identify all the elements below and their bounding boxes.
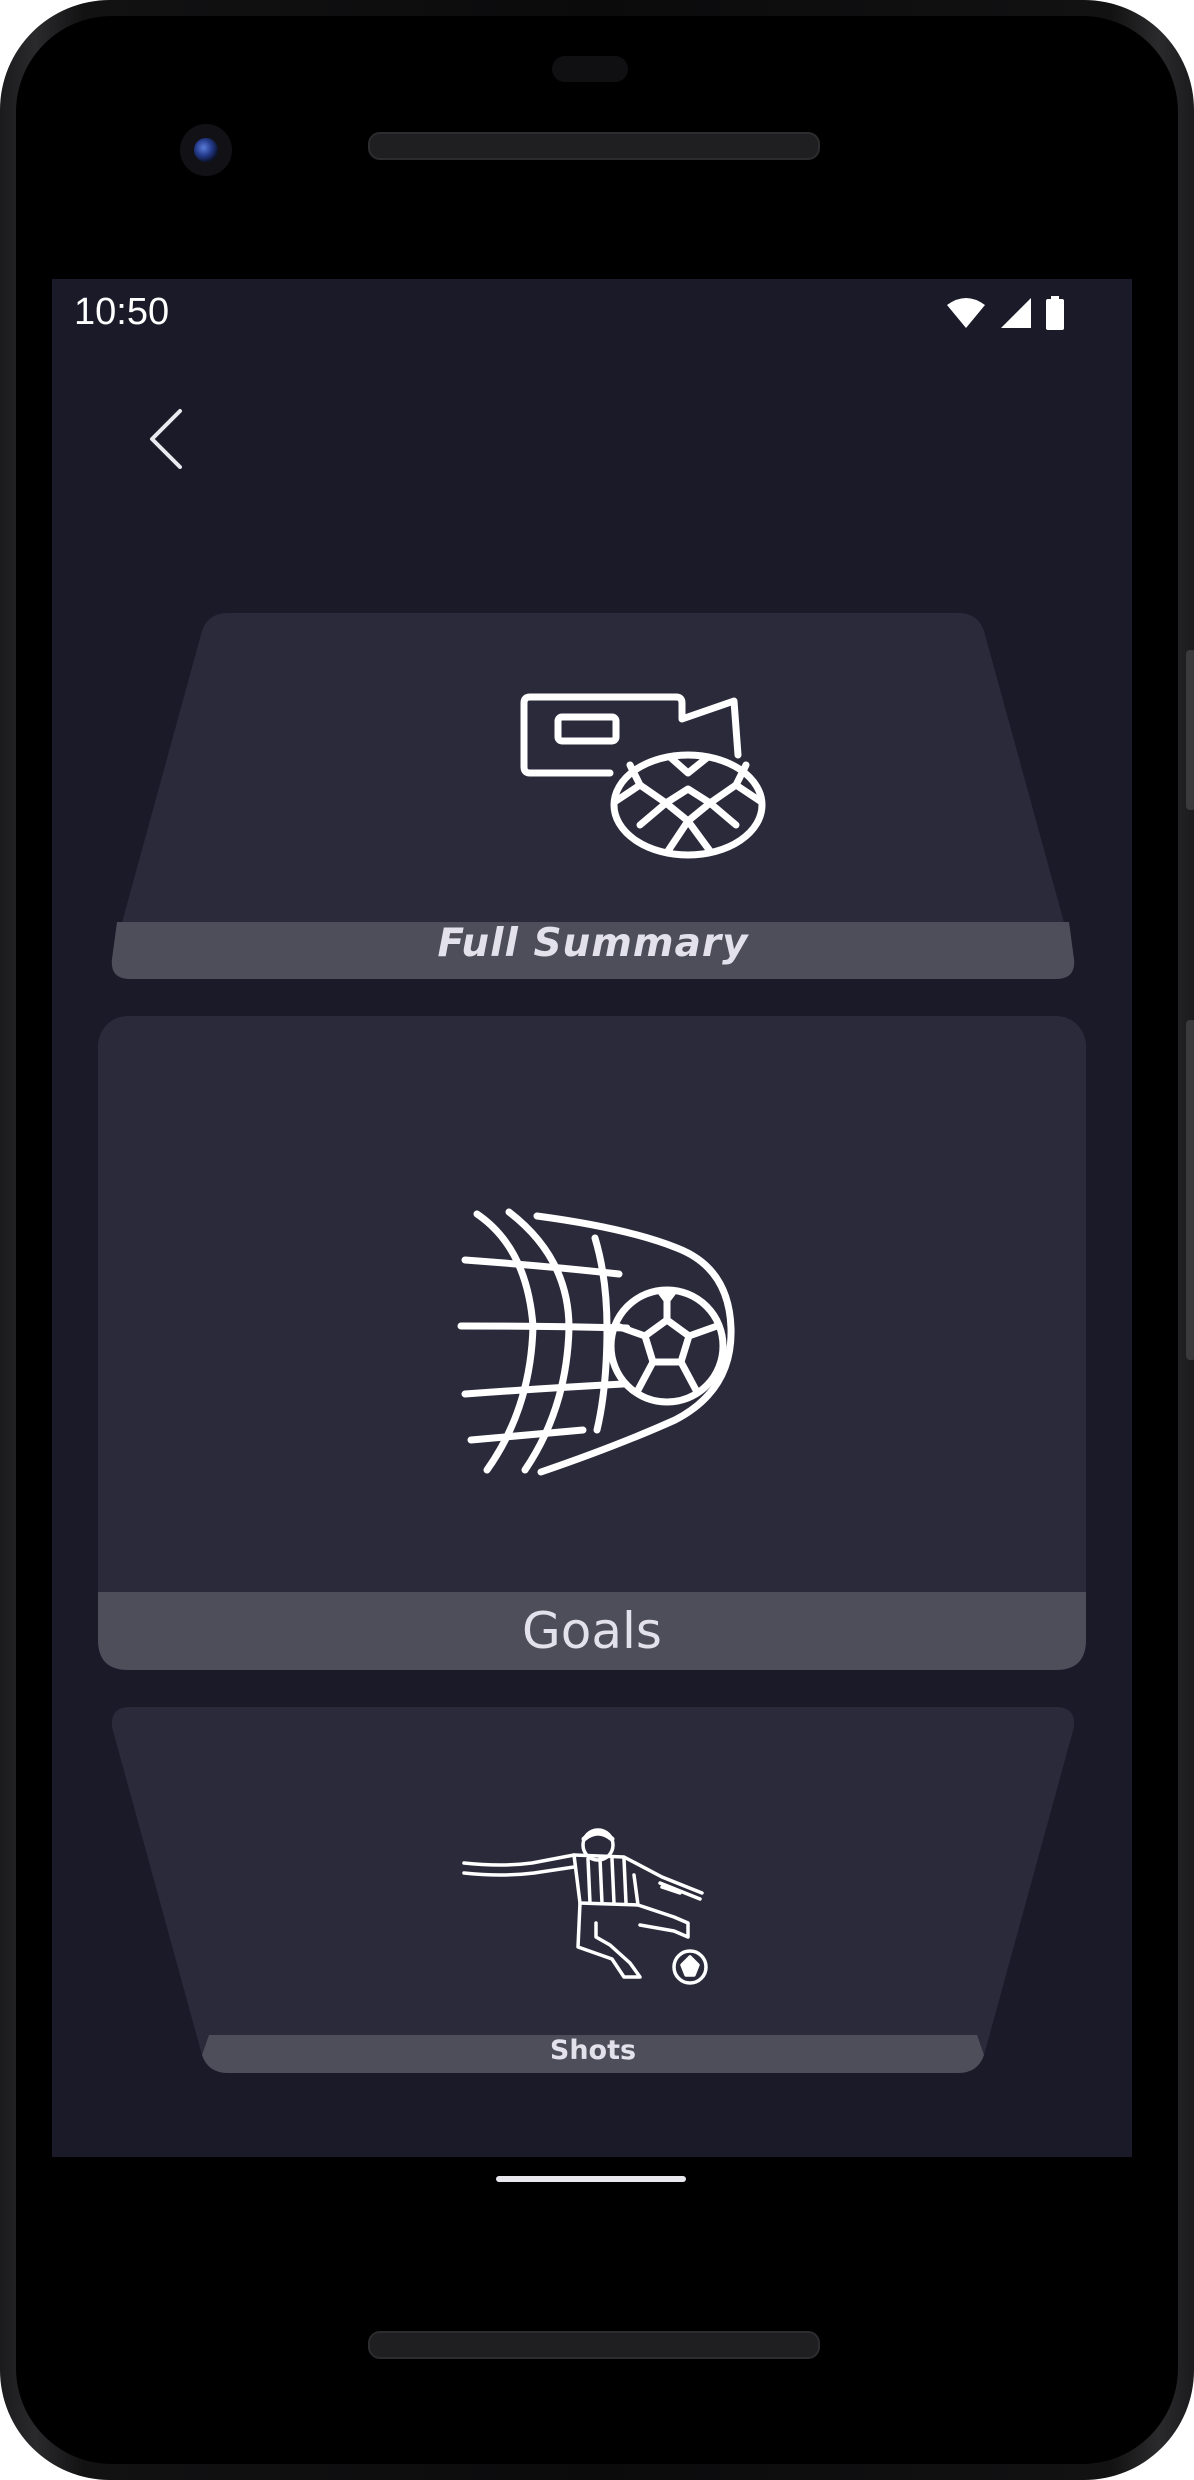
status-icons <box>946 293 1064 333</box>
player-kicking-icon <box>462 1828 708 1985</box>
battery-icon <box>1046 296 1064 330</box>
back-button[interactable] <box>130 399 202 479</box>
front-camera <box>180 124 232 176</box>
power-button <box>1186 650 1194 810</box>
proximity-sensor <box>552 56 628 82</box>
goals-label: Goals <box>522 1602 662 1660</box>
cell-signal-icon <box>1001 298 1031 328</box>
bottom-speaker <box>368 2331 820 2359</box>
status-time: 10:50 <box>74 291 170 333</box>
wifi-icon <box>947 298 985 328</box>
chevron-left-icon <box>150 409 182 469</box>
shots-label: Shots <box>549 2035 637 2066</box>
football-net-icon <box>457 1208 735 1476</box>
status-bar: 10:50 <box>52 279 1132 345</box>
phone-frame: 10:50 Full Summary Goals Shots <box>0 0 1194 2480</box>
shots-card[interactable]: Shots <box>110 1707 1076 2073</box>
full-summary-card[interactable]: Full Summary <box>110 613 1076 979</box>
camera-football-icon <box>520 693 766 859</box>
goals-card[interactable]: Goals <box>98 1016 1086 1670</box>
top-speaker <box>368 132 820 160</box>
app-screen: 10:50 Full Summary Goals Shots <box>52 279 1132 2157</box>
home-gesture-bar[interactable] <box>496 2176 686 2182</box>
volume-button <box>1186 1020 1194 1360</box>
full-summary-label: Full Summary <box>437 921 749 966</box>
